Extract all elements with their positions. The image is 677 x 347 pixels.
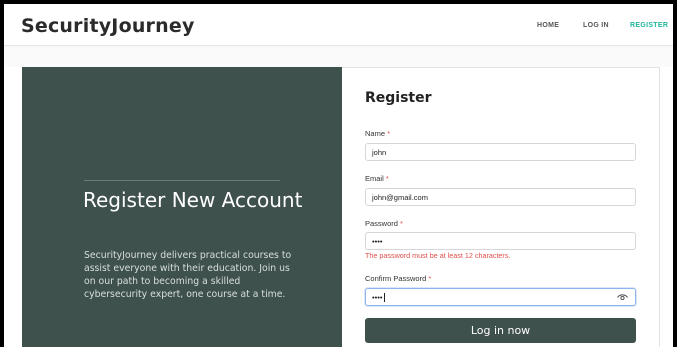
confirm-password-field[interactable]: •••• bbox=[365, 288, 636, 306]
password-field[interactable]: •••• bbox=[365, 232, 636, 250]
email-field-value: john@gmail.com bbox=[372, 193, 428, 202]
eye-icon[interactable] bbox=[617, 293, 628, 302]
confirm-password-label: Confirm Password * bbox=[365, 274, 431, 283]
password-field-value: •••• bbox=[372, 237, 383, 246]
brand-logo[interactable]: SecurityJourney bbox=[21, 15, 195, 37]
intro-description: SecurityJourney delivers practical cours… bbox=[84, 250, 292, 300]
name-field-value: john bbox=[372, 148, 387, 157]
required-mark: * bbox=[428, 274, 432, 283]
name-field[interactable]: john bbox=[365, 143, 636, 161]
nav-home-link[interactable]: HOME bbox=[537, 22, 559, 29]
text-caret bbox=[383, 293, 385, 302]
required-mark: * bbox=[387, 129, 391, 138]
confirm-password-field-value: •••• bbox=[372, 293, 383, 302]
nav-login-link[interactable]: LOG IN bbox=[583, 22, 609, 29]
email-field[interactable]: john@gmail.com bbox=[365, 188, 636, 206]
password-label-text: Password bbox=[365, 219, 398, 228]
name-label: Name * bbox=[365, 129, 390, 138]
required-mark: * bbox=[385, 174, 389, 183]
intro-divider bbox=[84, 180, 280, 181]
password-label: Password * bbox=[365, 219, 403, 228]
login-now-button[interactable]: Log in now bbox=[365, 318, 636, 343]
name-label-text: Name bbox=[365, 129, 386, 138]
confirm-password-label-text: Confirm Password bbox=[365, 274, 427, 283]
required-mark: * bbox=[400, 219, 403, 228]
nav-register-link[interactable]: REGISTER bbox=[630, 22, 668, 29]
top-navbar: SecurityJourney HOME LOG IN REGISTER bbox=[4, 4, 673, 46]
email-label-text: Email bbox=[365, 174, 384, 183]
page-background-band bbox=[4, 47, 673, 67]
email-label: Email * bbox=[365, 174, 389, 183]
password-error-message: The password must be at least 12 charact… bbox=[365, 251, 511, 260]
intro-title: Register New Account bbox=[83, 188, 303, 212]
form-title: Register bbox=[365, 90, 432, 106]
intro-panel: Register New Account SecurityJourney del… bbox=[22, 67, 342, 347]
